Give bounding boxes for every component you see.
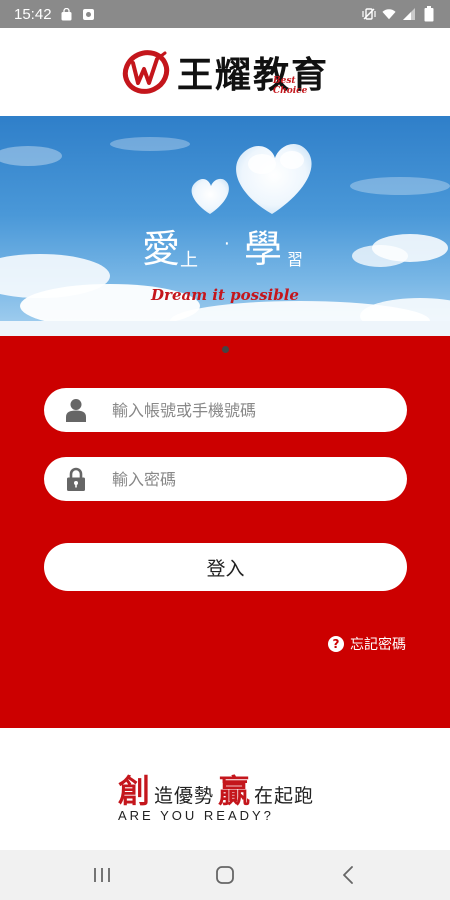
brand-logo: 王耀教育 Best Choice [121, 46, 329, 98]
back-icon[interactable] [328, 855, 368, 895]
slogan-section: 創 造優勢 贏 在起跑 ARE YOU READY? [0, 728, 450, 850]
banner-title-char-1: 愛 [142, 227, 181, 271]
help-icon: ? [328, 636, 344, 652]
carousel-indicator-dot [222, 346, 229, 353]
slogan-text-2: 在起跑 [254, 785, 315, 807]
system-nav-bar [0, 850, 450, 900]
shopping-bag-icon [60, 7, 74, 21]
cloud-heart-small [191, 178, 229, 214]
status-bar: 15:42 [0, 0, 450, 28]
slogan-english: ARE YOU READY? [118, 808, 274, 823]
banner-title: 愛 上 ‧ 學 習 [142, 218, 312, 278]
slogan-text-1: 造優勢 [154, 785, 215, 807]
lock-icon [64, 467, 88, 491]
signal-icon [402, 7, 416, 21]
home-icon[interactable] [205, 855, 245, 895]
recent-apps-icon[interactable] [82, 855, 122, 895]
user-icon [64, 398, 88, 422]
banner-title-dot: ‧ [224, 234, 230, 255]
logo-subtitle: Best Choice [272, 76, 308, 96]
forgot-password-label: 忘記密碼 [350, 637, 406, 653]
account-field[interactable] [44, 388, 407, 432]
battery-icon [422, 6, 436, 22]
login-panel: 登入 ? 忘記密碼 [0, 336, 450, 728]
slogan-char-2: 贏 [218, 772, 251, 810]
banner-title-char-4: 習 [287, 250, 304, 269]
wifi-icon [382, 7, 396, 21]
password-field[interactable] [44, 457, 407, 501]
camera-notification-icon [82, 7, 96, 21]
slogan-char-1: 創 [118, 772, 151, 810]
banner-title-char-2: 上 [180, 250, 198, 271]
mute-vibrate-icon [362, 7, 376, 21]
login-button[interactable]: 登入 [44, 543, 407, 591]
password-input[interactable] [112, 469, 362, 489]
cloud-heart-large [236, 144, 312, 214]
forgot-password-link[interactable]: ? 忘記密碼 [328, 634, 406, 654]
account-input[interactable] [112, 400, 362, 420]
banner-tagline: Dream it possible [151, 286, 299, 304]
wangyao-w-logo-icon [122, 50, 170, 94]
status-time: 15:42 [14, 5, 52, 23]
slogan-chinese: 創 造優勢 贏 在起跑 [118, 766, 318, 812]
app-header: 王耀教育 Best Choice [0, 28, 450, 116]
banner-title-char-3: 學 [244, 227, 283, 271]
